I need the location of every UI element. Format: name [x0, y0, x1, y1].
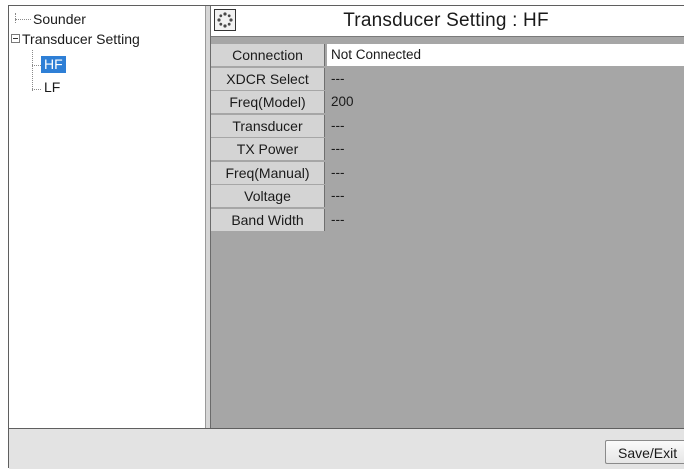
- setting-row-xdcr-select[interactable]: XDCR Select ---: [211, 67, 684, 90]
- sun-burst-icon: [214, 9, 236, 31]
- setting-value: ---: [327, 138, 684, 160]
- setting-row-voltage[interactable]: Voltage ---: [211, 185, 684, 207]
- tree-connector: [32, 89, 41, 90]
- setting-row-freq-model[interactable]: Freq(Model) 200: [211, 91, 684, 113]
- settings-window: Sounder Transducer Setting HF LF Transdu…: [8, 5, 684, 469]
- tree-item-label: Transducer Setting: [22, 31, 140, 47]
- tree-connector: [15, 13, 16, 23]
- tree-connector: [32, 65, 41, 66]
- setting-value: ---: [327, 208, 684, 231]
- setting-row-freq-manual[interactable]: Freq(Manual) ---: [211, 161, 684, 184]
- setting-label: XDCR Select: [211, 67, 325, 90]
- tree-item-lf[interactable]: LF: [9, 78, 199, 96]
- panel-title: Transducer Setting : HF: [343, 10, 549, 31]
- setting-label: Connection: [211, 44, 325, 66]
- setting-value: 200: [327, 91, 684, 113]
- tree-connector: [15, 19, 31, 20]
- setting-row-connection[interactable]: Connection Not Connected: [211, 44, 684, 66]
- footer-bar: Save/Exit: [9, 428, 684, 469]
- setting-label: Freq(Manual): [211, 161, 325, 184]
- setting-value: ---: [327, 114, 684, 137]
- save-exit-button[interactable]: Save/Exit: [605, 440, 684, 464]
- setting-value: ---: [327, 67, 684, 90]
- setting-value: ---: [327, 185, 684, 207]
- setting-row-band-width[interactable]: Band Width ---: [211, 208, 684, 231]
- settings-tree: Sounder Transducer Setting HF LF: [9, 6, 205, 428]
- setting-label: Transducer: [211, 114, 325, 137]
- tree-item-hf[interactable]: HF: [9, 56, 199, 74]
- collapse-icon[interactable]: [11, 34, 20, 43]
- setting-value: ---: [327, 161, 684, 184]
- tree-item-label: LF: [44, 79, 61, 95]
- setting-label: TX Power: [211, 138, 325, 160]
- tree-item-transducer-setting[interactable]: Transducer Setting: [9, 30, 199, 48]
- settings-table: Connection Not Connected XDCR Select ---…: [211, 44, 684, 232]
- tree-item-label: Sounder: [33, 11, 86, 27]
- setting-value: Not Connected: [327, 44, 684, 66]
- tree-item-label: HF: [41, 56, 66, 73]
- setting-label: Voltage: [211, 185, 325, 207]
- transducer-settings-panel: Transducer Setting : HF Connection Not C…: [211, 6, 684, 428]
- tree-item-sounder[interactable]: Sounder: [9, 10, 199, 28]
- setting-row-tx-power[interactable]: TX Power ---: [211, 138, 684, 160]
- setting-row-transducer[interactable]: Transducer ---: [211, 114, 684, 137]
- setting-label: Freq(Model): [211, 91, 325, 113]
- setting-label: Band Width: [211, 208, 325, 231]
- panel-title-bar: Transducer Setting : HF: [211, 6, 684, 37]
